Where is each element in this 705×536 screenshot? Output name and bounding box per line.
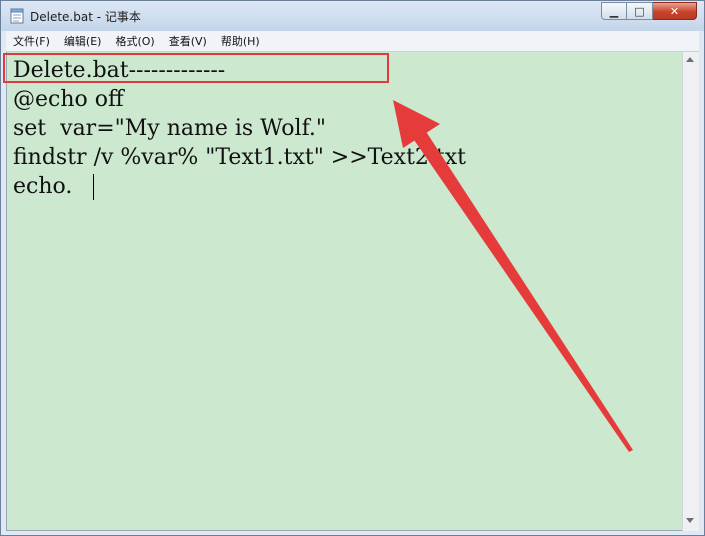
title-bar[interactable]: Delete.bat - 记事本 ▁ □ ✕: [1, 1, 704, 31]
window-title: Delete.bat - 记事本: [30, 10, 141, 24]
menu-file[interactable]: 文件(F): [6, 33, 57, 49]
maximize-button[interactable]: □: [627, 2, 653, 20]
close-icon: ✕: [669, 4, 680, 18]
scroll-down-icon[interactable]: [686, 518, 694, 523]
annotation-highlight-box: [3, 53, 389, 83]
text-editor-area[interactable]: Delete.bat------------- @echo off set va…: [6, 52, 682, 531]
minimize-button[interactable]: ▁: [601, 2, 627, 20]
close-button[interactable]: ✕: [653, 2, 697, 20]
scroll-up-icon[interactable]: [686, 57, 694, 62]
notepad-icon: [10, 8, 24, 24]
menu-help[interactable]: 帮助(H): [214, 33, 267, 49]
text-caret: [93, 174, 94, 200]
editor-line-2: @echo off: [13, 87, 124, 112]
menu-bar: 文件(F) 编辑(E) 格式(O) 查看(V) 帮助(H): [6, 31, 699, 52]
editor-line-5: echo.: [13, 174, 73, 199]
menu-format[interactable]: 格式(O): [108, 33, 161, 49]
vertical-scrollbar[interactable]: [682, 52, 699, 531]
maximize-icon: □: [634, 4, 645, 18]
menu-view[interactable]: 查看(V): [162, 33, 214, 49]
editor-line-3: set var="My name is Wolf.": [13, 116, 327, 141]
minimize-icon: ▁: [609, 4, 619, 18]
window-controls: ▁ □ ✕: [601, 2, 697, 21]
menu-edit[interactable]: 编辑(E): [57, 33, 109, 49]
editor-line-4: findstr /v %var% "Text1.txt" >>Text2.txt: [13, 145, 466, 170]
